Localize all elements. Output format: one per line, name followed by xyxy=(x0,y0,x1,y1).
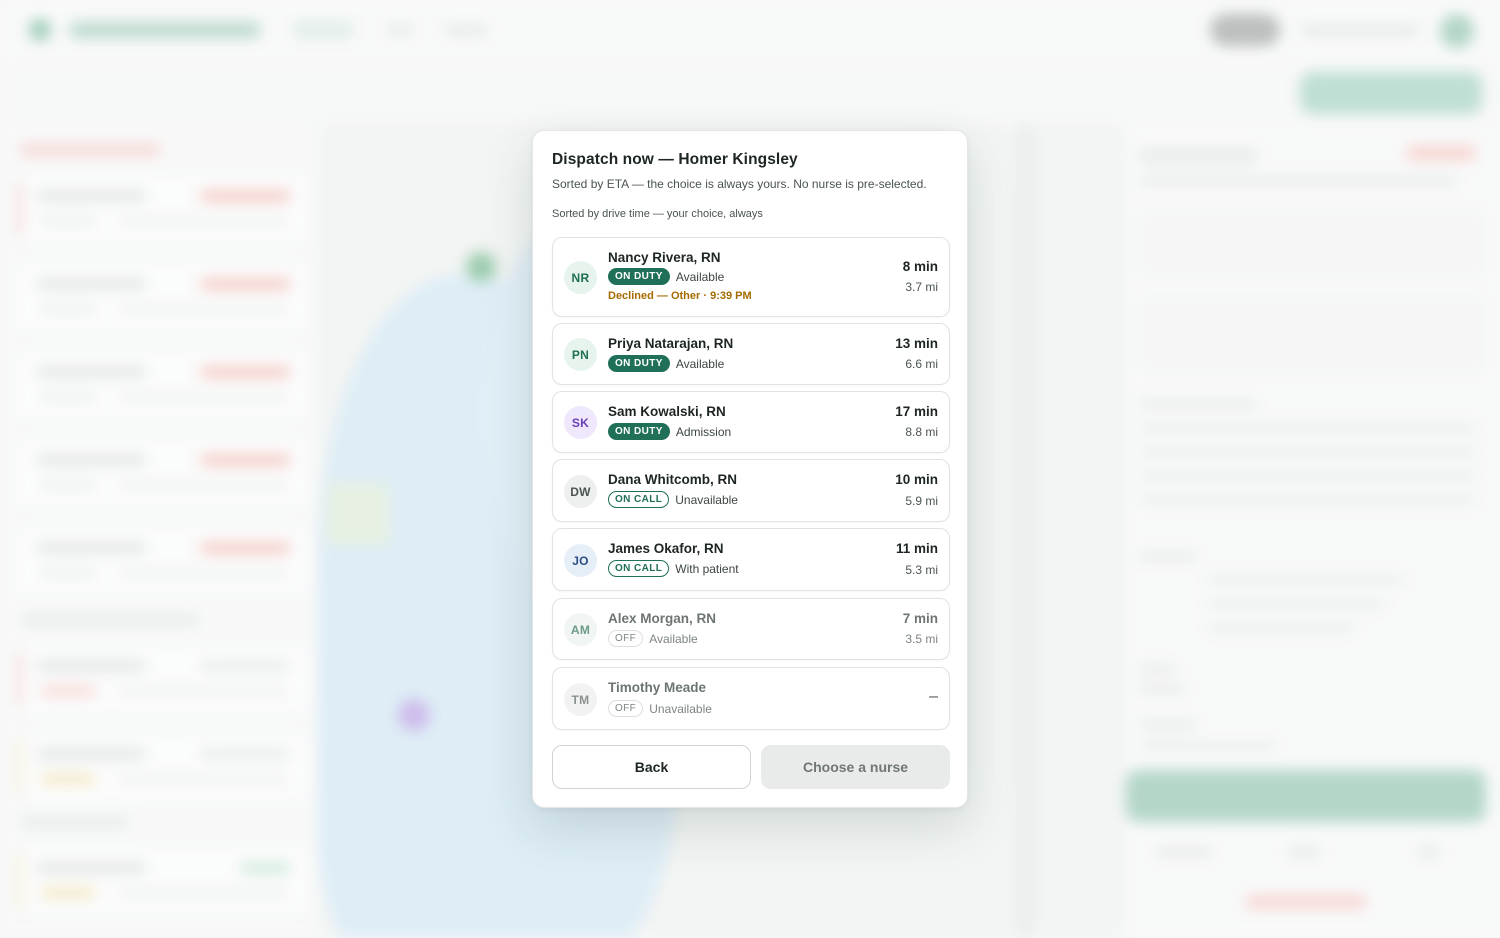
status-row: OFF Available xyxy=(608,630,698,647)
status-row: ON DUTY Admission xyxy=(608,423,731,440)
eta-distance: 3.7 mi xyxy=(905,280,938,294)
back-button[interactable]: Back xyxy=(552,745,751,789)
avatar: AM xyxy=(564,613,597,646)
nurse-name: Nancy Rivera, RN xyxy=(608,250,721,265)
eta-time: 17 min xyxy=(895,404,938,419)
shift-badge: OFF xyxy=(608,630,644,647)
status-row: ON DUTY Available xyxy=(608,355,724,372)
avatar: PN xyxy=(564,338,597,371)
avatar: JO xyxy=(564,544,597,577)
status-row: ON DUTY Available xyxy=(608,268,724,285)
nurse-option-dana-whitcomb[interactable]: DW Dana Whitcomb, RN ON CALL Unavailable… xyxy=(552,459,950,522)
eta-unavailable: – xyxy=(929,688,938,705)
nurse-name: Alex Morgan, RN xyxy=(608,611,717,626)
modal-subtitle: Sorted by ETA — the choice is always you… xyxy=(552,177,927,191)
eta-time: 8 min xyxy=(902,259,938,274)
dispatch-modal: Dispatch now — Homer Kingsley Sorted by … xyxy=(532,130,968,808)
sort-hint: Sorted by drive time — your choice, alwa… xyxy=(552,208,763,220)
nurse-option-timothy-meade[interactable]: TM Timothy Meade OFF Unavailable – xyxy=(552,667,950,730)
avatar: SK xyxy=(564,406,597,439)
avatar: DW xyxy=(564,475,597,508)
eta-time: 7 min xyxy=(902,611,938,626)
nurse-option-alex-morgan[interactable]: AM Alex Morgan, RN OFF Available 7 min 3… xyxy=(552,598,950,660)
nurse-option-sam-kowalski[interactable]: SK Sam Kowalski, RN ON DUTY Admission 17… xyxy=(552,391,950,453)
eta-distance: 6.6 mi xyxy=(905,357,938,371)
status-row: ON CALL Unavailable xyxy=(608,491,738,508)
eta-time: 13 min xyxy=(895,336,938,351)
nurse-name: Dana Whitcomb, RN xyxy=(608,472,738,487)
shift-badge: ON DUTY xyxy=(608,355,670,372)
availability-text: Admission xyxy=(675,424,732,439)
eta-distance: 5.9 mi xyxy=(905,494,938,508)
shift-badge: ON DUTY xyxy=(608,268,670,285)
shift-badge: ON CALL xyxy=(608,560,670,577)
availability-text: Available xyxy=(675,269,725,284)
eta-distance: 5.3 mi xyxy=(905,563,938,577)
eta-distance: 3.5 mi xyxy=(905,632,938,646)
shift-badge: OFF xyxy=(608,700,644,717)
status-row: ON CALL With patient xyxy=(608,560,739,577)
choose-nurse-button[interactable]: Choose a nurse xyxy=(761,745,950,789)
eta-time: 11 min xyxy=(895,541,938,556)
status-row: OFF Unavailable xyxy=(608,700,712,717)
shift-badge: ON CALL xyxy=(608,491,670,508)
nurse-name: Timothy Meade xyxy=(608,680,707,695)
avatar: TM xyxy=(564,683,597,716)
availability-text: With patient xyxy=(675,561,739,576)
nurse-name: James Okafor, RN xyxy=(608,541,724,556)
availability-text: Available xyxy=(675,356,725,371)
availability-text: Available xyxy=(649,631,698,646)
modal-title: Dispatch now — Homer Kingsley xyxy=(552,151,798,168)
shift-badge: ON DUTY xyxy=(608,423,670,440)
avatar: NR xyxy=(564,261,597,294)
nurse-option-james-okafor[interactable]: JO James Okafor, RN ON CALL With patient… xyxy=(552,528,950,591)
nurse-name: Priya Natarajan, RN xyxy=(608,336,734,351)
declined-note: Declined — Other · 9:39 PM xyxy=(608,290,752,302)
eta-distance: 8.8 mi xyxy=(905,425,938,439)
availability-text: Unavailable xyxy=(675,492,738,507)
nurse-name: Sam Kowalski, RN xyxy=(608,404,726,419)
nurse-option-priya-natarajan[interactable]: PN Priya Natarajan, RN ON DUTY Available… xyxy=(552,323,950,385)
nurse-option-nancy-rivera[interactable]: NR Nancy Rivera, RN ON DUTY Available De… xyxy=(552,237,950,317)
availability-text: Unavailable xyxy=(649,701,712,716)
eta-time: 10 min xyxy=(895,472,938,487)
